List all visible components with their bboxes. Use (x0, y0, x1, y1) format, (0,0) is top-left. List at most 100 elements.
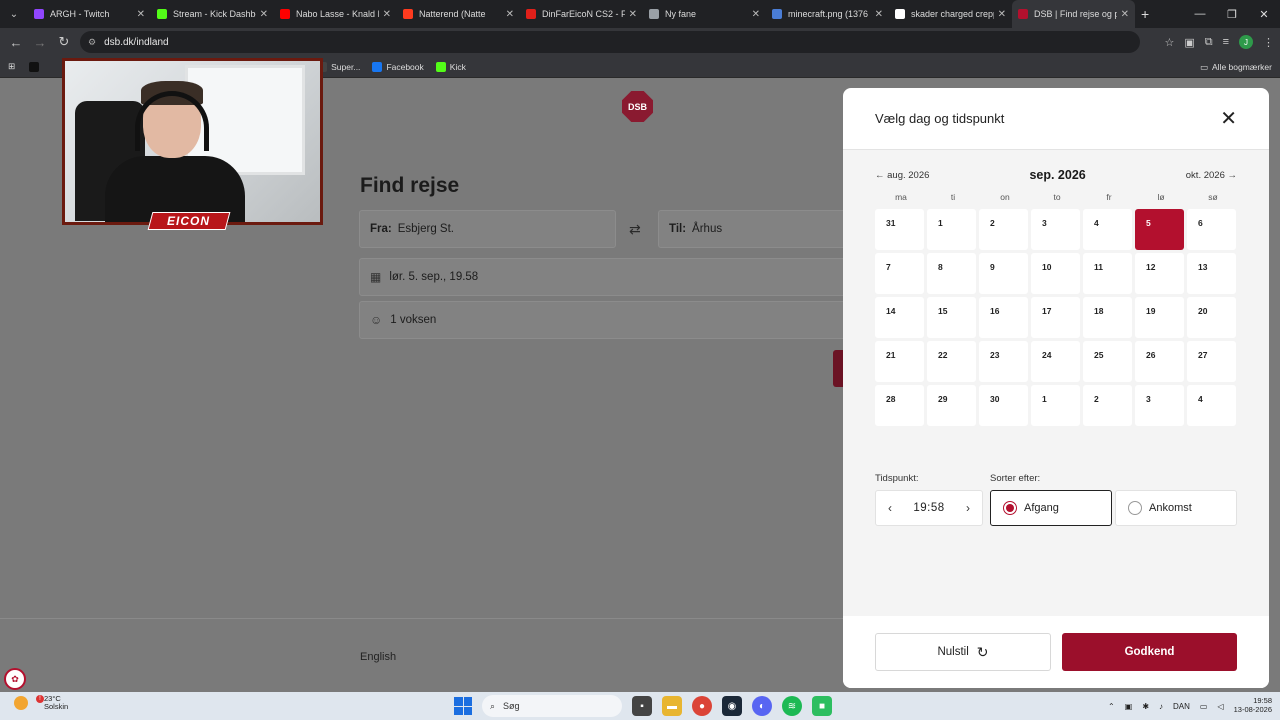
calendar-day[interactable]: 10 (1031, 253, 1080, 294)
calendar-day[interactable]: 1 (927, 209, 976, 250)
calendar-day[interactable]: 7 (875, 253, 924, 294)
calendar-day[interactable]: 8 (927, 253, 976, 294)
time-value[interactable]: 19:58 (913, 502, 944, 514)
bookmark-item[interactable]: Super... (317, 61, 360, 72)
calendar-day[interactable]: 31 (875, 209, 924, 250)
minimize-icon[interactable]: — (1184, 8, 1216, 20)
calendar-day[interactable]: 14 (875, 297, 924, 338)
tab-close-icon[interactable]: ✕ (1121, 9, 1129, 20)
taskbar-search[interactable]: ⌕ Søg (482, 695, 622, 717)
new-tab-button[interactable]: + (1141, 6, 1149, 22)
bookmark-item[interactable]: Facebook (372, 61, 424, 72)
tab-close-icon[interactable]: ✕ (506, 9, 514, 20)
calendar-day[interactable]: 30 (979, 385, 1028, 426)
bookmark-star-icon[interactable]: ☆ (1164, 36, 1174, 49)
calendar-day[interactable]: 23 (979, 341, 1028, 382)
to-field[interactable]: Til: Århus (658, 210, 858, 248)
tab-close-icon[interactable]: ✕ (998, 9, 1006, 20)
language-indicator[interactable]: DAN (1173, 702, 1190, 711)
tab-close-icon[interactable]: ✕ (137, 9, 145, 20)
calendar-day[interactable]: 2 (979, 209, 1028, 250)
next-month-button[interactable]: okt. 2026 → (1186, 170, 1237, 181)
chrome-icon[interactable]: ● (692, 696, 712, 716)
microphone-icon[interactable]: ♪ (1159, 702, 1163, 711)
calendar-day[interactable]: 4 (1083, 209, 1132, 250)
calendar-day[interactable]: 15 (927, 297, 976, 338)
task-view-icon[interactable]: ▪ (632, 696, 652, 716)
bookmark-x[interactable] (29, 61, 43, 72)
approve-button[interactable]: Godkend (1062, 633, 1237, 671)
obs-app-icon[interactable]: ■ (812, 696, 832, 716)
profile-avatar[interactable]: J (1239, 35, 1253, 49)
calendar-day[interactable]: 19 (1135, 297, 1184, 338)
calendar-day[interactable]: 9 (979, 253, 1028, 294)
weather-widget[interactable]: ! 23°C Solskin (14, 694, 68, 712)
sort-arrival-option[interactable]: Ankomst (1115, 490, 1237, 526)
calendar-day[interactable]: 3 (1135, 385, 1184, 426)
reload-icon[interactable]: ↻ (52, 34, 76, 50)
windows-start-icon[interactable] (454, 697, 472, 715)
browser-tab[interactable]: Ny fane ✕ (643, 0, 766, 28)
close-window-icon[interactable]: ✕ (1248, 8, 1280, 21)
calendar-day[interactable]: 25 (1083, 341, 1132, 382)
calendar-day[interactable]: 26 (1135, 341, 1184, 382)
calendar-day[interactable]: 2 (1083, 385, 1132, 426)
browser-tab[interactable]: Natterend (Natte ✕ (397, 0, 520, 28)
browser-tab[interactable]: minecraft.png (1376 ✕ (766, 0, 889, 28)
passengers-field[interactable]: ☺ 1 voksen (359, 301, 859, 339)
calendar-day[interactable]: 27 (1187, 341, 1236, 382)
dsb-logo[interactable]: DSB (622, 91, 653, 122)
dsb-help-widget-icon[interactable]: ✿ (4, 668, 26, 690)
calendar-day-selected[interactable]: 5 (1135, 209, 1184, 250)
calendar-day[interactable]: 16 (979, 297, 1028, 338)
apps-grid-icon[interactable]: ⊞ (8, 61, 15, 72)
prev-month-button[interactable]: ← aug. 2026 (875, 170, 929, 181)
calendar-day[interactable]: 18 (1083, 297, 1132, 338)
browser-tab[interactable]: DinFarEicoN CS2 - FA ✕ (520, 0, 643, 28)
tab-close-icon[interactable]: ✕ (629, 9, 637, 20)
clock[interactable]: 19:58 13-08-2026 (1234, 697, 1272, 714)
calendar-day[interactable]: 24 (1031, 341, 1080, 382)
tray-app-icon[interactable]: ▣ (1125, 702, 1133, 711)
from-field[interactable]: Fra: Esbjerg St. (359, 210, 616, 248)
volume-icon[interactable]: ◁ (1217, 702, 1223, 711)
calendar-day[interactable]: 1 (1031, 385, 1080, 426)
tab-search-icon[interactable]: ⌄ (0, 0, 28, 28)
forward-icon[interactable]: → (28, 35, 52, 50)
network-icon[interactable]: ▭ (1200, 702, 1208, 711)
browser-tab[interactable]: skader charged crepp ✕ (889, 0, 1012, 28)
bookmark-item[interactable]: Kick (435, 61, 466, 72)
tab-close-icon[interactable]: ✕ (875, 9, 883, 20)
browser-tab[interactable]: Stream - Kick Dashbo ✕ (151, 0, 274, 28)
calendar-day[interactable]: 6 (1187, 209, 1236, 250)
discord-icon[interactable]: ◐ (752, 696, 772, 716)
browser-tab[interactable]: DSB | Find rejse og p ✕ (1012, 0, 1135, 28)
tab-close-icon[interactable]: ✕ (260, 9, 268, 20)
close-icon[interactable]: ✕ (1220, 109, 1237, 129)
extension-icon[interactable]: ▣ (1184, 36, 1194, 49)
spotify-icon[interactable]: ≋ (782, 696, 802, 716)
browser-tab[interactable]: ARGH - Twitch ✕ (28, 0, 151, 28)
media-icon[interactable]: ≡ (1223, 36, 1229, 48)
browser-tab[interactable]: Nabo Lasse - Knald I ✕ (274, 0, 397, 28)
calendar-day[interactable]: 21 (875, 341, 924, 382)
file-explorer-icon[interactable]: ▬ (662, 696, 682, 716)
menu-kebab-icon[interactable]: ⋮ (1263, 36, 1274, 49)
all-bookmarks[interactable]: ▭ Alle bogmærker (1200, 56, 1272, 78)
calendar-day[interactable]: 20 (1187, 297, 1236, 338)
swap-icon[interactable]: ⇄ (629, 221, 641, 238)
calendar-day[interactable]: 11 (1083, 253, 1132, 294)
tab-close-icon[interactable]: ✕ (752, 9, 760, 20)
time-decrease-icon[interactable]: ‹ (888, 501, 892, 515)
calendar-day[interactable]: 22 (927, 341, 976, 382)
back-icon[interactable]: ← (4, 35, 28, 50)
calendar-day[interactable]: 12 (1135, 253, 1184, 294)
calendar-day[interactable]: 29 (927, 385, 976, 426)
maximize-icon[interactable]: ❐ (1216, 8, 1248, 21)
steam-icon[interactable]: ◉ (722, 696, 742, 716)
time-increase-icon[interactable]: › (966, 501, 970, 515)
calendar-day[interactable]: 28 (875, 385, 924, 426)
tray-bluetooth-icon[interactable]: ✱ (1142, 702, 1149, 711)
calendar-day[interactable]: 4 (1187, 385, 1236, 426)
tray-chevron-icon[interactable]: ⌃ (1108, 702, 1115, 711)
